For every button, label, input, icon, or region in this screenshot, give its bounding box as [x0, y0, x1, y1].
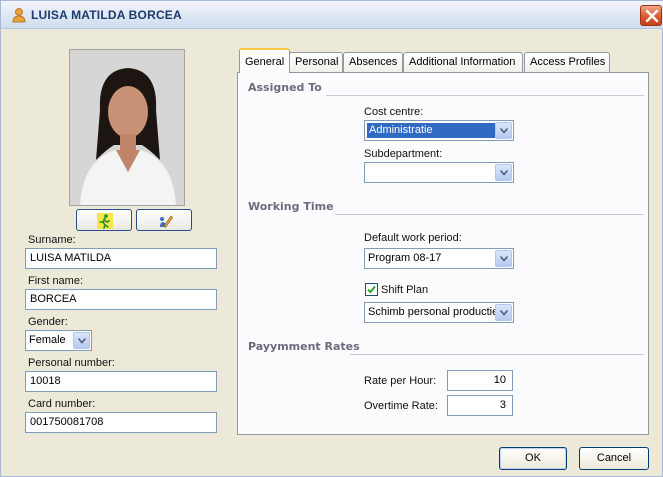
- personal-number-label: Personal number:: [28, 357, 115, 369]
- gender-select[interactable]: Female: [25, 330, 92, 351]
- default-work-period-select[interactable]: Program 08-17: [364, 248, 514, 269]
- card-number-label: Card number:: [28, 398, 96, 410]
- ok-button[interactable]: OK: [499, 447, 567, 470]
- photo-edit-button[interactable]: [136, 209, 192, 231]
- employee-dialog: LUISA MATILDA BORCEA Surname: LUISA MATI…: [0, 0, 663, 477]
- title-bar[interactable]: LUISA MATILDA BORCEA: [1, 1, 663, 29]
- chevron-down-icon[interactable]: [495, 250, 512, 267]
- gender-value: Female: [29, 334, 66, 346]
- employee-photo: [69, 49, 185, 206]
- payment-rates-heading: Payymment Rates: [248, 340, 360, 353]
- tab-additional-information[interactable]: Additional Information: [403, 52, 523, 72]
- cost-centre-select[interactable]: Administratie: [364, 120, 514, 141]
- overtime-rate-label: Overtime Rate:: [364, 400, 438, 412]
- assigned-to-heading: Assigned To: [248, 81, 322, 94]
- window-title: LUISA MATILDA BORCEA: [31, 8, 182, 22]
- cost-centre-value: Administratie: [367, 123, 495, 138]
- rate-per-hour-label: Rate per Hour:: [364, 375, 437, 387]
- run-figure-icon: [97, 213, 113, 229]
- general-tab-panel: Assigned To Cost centre: Administratie S…: [237, 72, 649, 435]
- chevron-down-icon[interactable]: [73, 332, 90, 349]
- chevron-down-icon[interactable]: [495, 122, 512, 139]
- gender-label: Gender:: [28, 316, 68, 328]
- first-name-label: First name:: [28, 275, 84, 287]
- shift-plan-value: Schimb personal productie: [368, 306, 499, 318]
- subdepartment-select[interactable]: [364, 162, 514, 183]
- shift-plan-select[interactable]: Schimb personal productie: [364, 302, 514, 323]
- subdepartment-label: Subdepartment:: [364, 148, 443, 160]
- close-icon: [645, 9, 659, 23]
- cost-centre-label: Cost centre:: [364, 106, 424, 118]
- close-button[interactable]: [640, 5, 662, 26]
- cancel-button[interactable]: Cancel: [579, 447, 649, 470]
- separator: [350, 354, 644, 355]
- working-time-heading: Working Time: [248, 200, 334, 213]
- separator: [335, 214, 644, 215]
- edit-pencil-icon: [160, 215, 173, 228]
- shift-plan-checkbox[interactable]: [365, 283, 378, 296]
- person-icon: [11, 7, 27, 23]
- tab-access-profiles[interactable]: Access Profiles: [524, 52, 610, 72]
- default-work-period-value: Program 08-17: [368, 252, 442, 264]
- chevron-down-icon[interactable]: [495, 164, 512, 181]
- photo-capture-button[interactable]: [76, 209, 132, 231]
- separator: [326, 95, 644, 96]
- overtime-rate-field[interactable]: 3: [447, 395, 513, 416]
- tab-personal[interactable]: Personal: [289, 52, 343, 72]
- surname-label: Surname:: [28, 234, 76, 246]
- default-work-period-label: Default work period:: [364, 232, 462, 244]
- chevron-down-icon[interactable]: [495, 304, 512, 321]
- surname-field[interactable]: LUISA MATILDA: [25, 248, 217, 269]
- personal-number-field[interactable]: 10018: [25, 371, 217, 392]
- card-number-field[interactable]: 001750081708: [25, 412, 217, 433]
- tab-general[interactable]: General: [239, 48, 290, 73]
- tab-absences[interactable]: Absences: [343, 52, 403, 72]
- shift-plan-label[interactable]: Shift Plan: [381, 284, 428, 296]
- rate-per-hour-field[interactable]: 10: [447, 370, 513, 391]
- first-name-field[interactable]: BORCEA: [25, 289, 217, 310]
- checkmark-icon: [367, 285, 376, 294]
